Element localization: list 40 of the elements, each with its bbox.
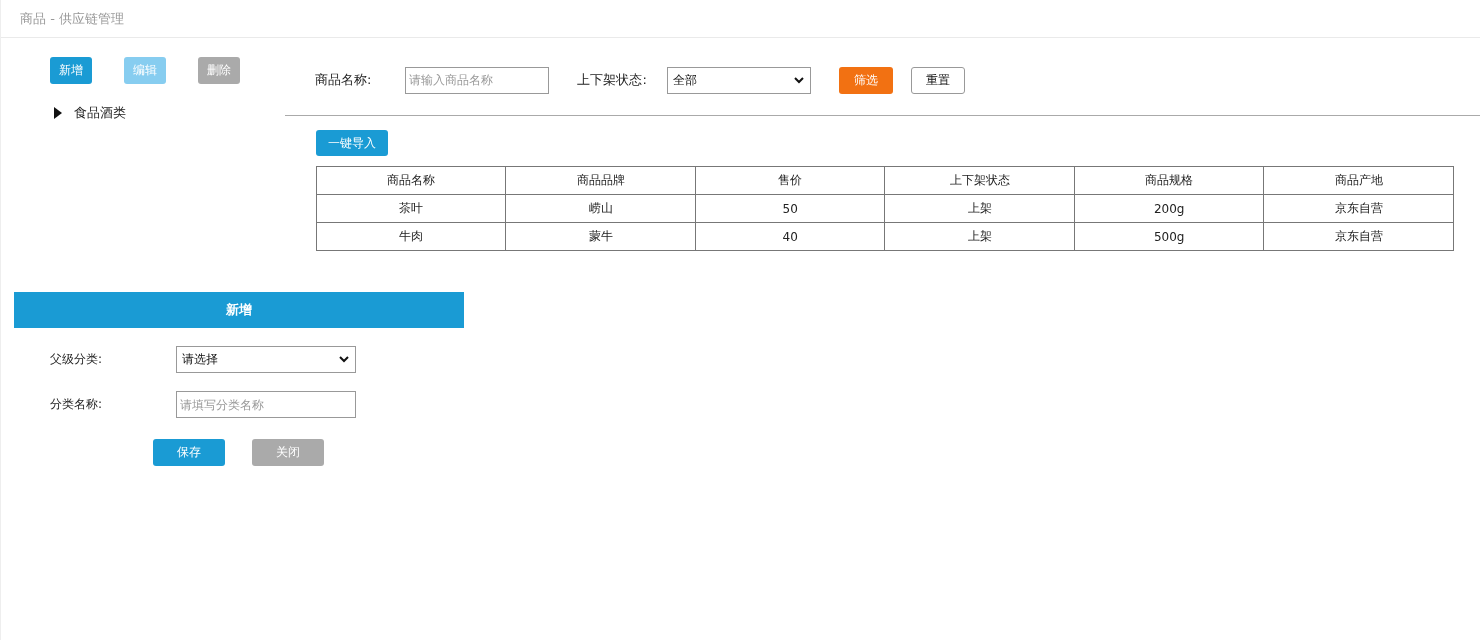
table-cell: 200g (1074, 194, 1264, 223)
column-header: 商品产地 (1263, 166, 1454, 195)
import-button[interactable]: 一键导入 (316, 130, 388, 156)
table-cell: 京东自营 (1263, 194, 1454, 223)
field-label: 商品名称: (315, 71, 372, 89)
column-header: 售价 (695, 166, 885, 195)
filter-button[interactable]: 筛选 (838, 66, 893, 94)
table-cell: 茶叶 (316, 194, 506, 223)
reset-button[interactable]: 重置 (910, 66, 965, 94)
table-cell: 京东自营 (1263, 222, 1454, 251)
field-label: 父级分类: (50, 351, 104, 368)
table-cell: 崂山 (506, 194, 696, 223)
parent-category-dropdown[interactable]: 请选择 (176, 346, 356, 373)
table-cell: 上架 (884, 222, 1075, 251)
tree-item[interactable]: 食品酒类 (74, 104, 126, 122)
status-dropdown[interactable]: 全部 (666, 66, 811, 94)
save-button[interactable]: 保存 (153, 439, 225, 466)
column-header: 商品名称 (316, 166, 506, 195)
table-cell: 蒙牛 (506, 222, 696, 251)
toolbar-button[interactable]: 编辑 (124, 57, 166, 84)
chevron-down-icon (339, 356, 349, 363)
category-name-input[interactable]: 请填写分类名称 (176, 391, 356, 418)
table-cell: 40 (695, 222, 885, 251)
field-label: 上下架状态: (577, 71, 647, 89)
toolbar-button[interactable]: 新增 (50, 57, 92, 84)
chevron-down-icon (793, 76, 804, 84)
table-cell: 上架 (884, 194, 1075, 223)
column-header: 商品品牌 (506, 166, 696, 195)
close-button[interactable]: 关闭 (252, 439, 324, 466)
product-name-input[interactable]: 请输入商品名称 (405, 66, 550, 94)
field-label: 分类名称: (50, 396, 104, 413)
form-title-bar: 新增 (14, 292, 464, 328)
collapsed-triangle-icon[interactable] (54, 107, 62, 119)
table-cell: 牛肉 (316, 222, 506, 251)
page-title: 商品 - 供应链管理 (20, 9, 124, 28)
toolbar-button[interactable]: 删除 (198, 57, 240, 84)
table-cell: 500g (1074, 222, 1264, 251)
table-cell: 50 (695, 194, 885, 223)
column-header: 上下架状态 (884, 166, 1075, 195)
column-header: 商品规格 (1074, 166, 1264, 195)
